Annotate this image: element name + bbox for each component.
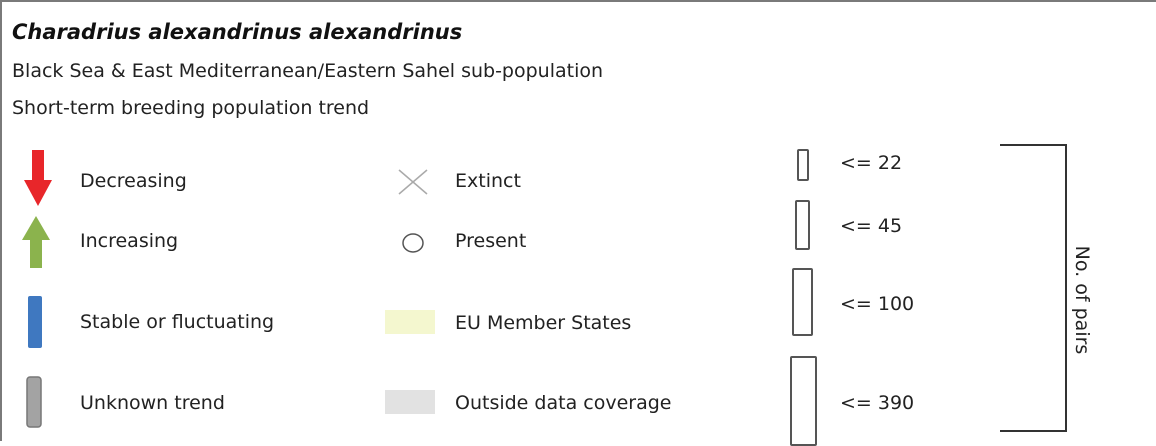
- legend-item-increasing: Increasing: [80, 230, 179, 252]
- legend-item-eu-member-states: EU Member States: [455, 312, 632, 334]
- sub-population-label: Black Sea & East Mediterranean/Eastern S…: [12, 60, 604, 82]
- size-class-symbol: [795, 200, 810, 250]
- size-class-symbol: [797, 149, 809, 181]
- size-class-label: <= 45: [840, 215, 903, 237]
- size-class-label: <= 22: [840, 152, 903, 174]
- legend-item-extinct: Extinct: [455, 170, 521, 192]
- eu-member-states-swatch: [385, 310, 435, 334]
- legend-item-outside-coverage: Outside data coverage: [455, 392, 672, 414]
- size-class-symbol: [792, 268, 813, 336]
- outside-coverage-swatch: [385, 390, 435, 414]
- legend-item-present: Present: [455, 230, 527, 252]
- species-title: Charadrius alexandrinus alexandrinus: [12, 20, 463, 44]
- unknown-trend-bar-icon: [26, 376, 42, 428]
- stable-bar-icon: [28, 296, 42, 348]
- pairs-axis-label: No. of pairs: [1071, 245, 1093, 355]
- size-class-label: <= 390: [840, 392, 915, 414]
- size-class-label: <= 100: [840, 293, 915, 315]
- metric-label: Short-term breeding population trend: [12, 97, 370, 119]
- size-bracket: [1000, 144, 1067, 432]
- circle-icon: [402, 233, 424, 253]
- cross-icon: [398, 169, 428, 195]
- legend-item-stable: Stable or fluctuating: [80, 311, 275, 333]
- decreasing-arrow-icon: [24, 150, 52, 206]
- legend-item-unknown: Unknown trend: [80, 392, 225, 414]
- increasing-arrow-icon: [22, 216, 50, 268]
- legend-item-decreasing: Decreasing: [80, 170, 187, 192]
- size-class-symbol: [790, 356, 817, 446]
